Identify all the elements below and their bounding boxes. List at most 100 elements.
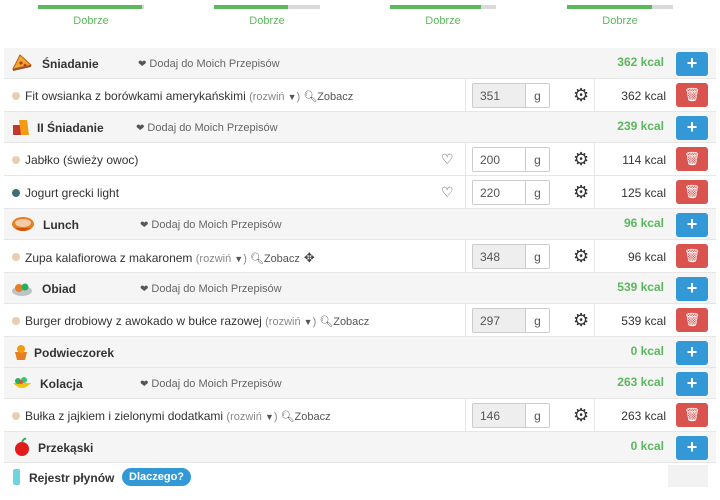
add-food-button[interactable]: + bbox=[676, 372, 708, 396]
magnifier-icon: 🔍︎ bbox=[303, 91, 318, 103]
quantity-input[interactable]: 146 bbox=[472, 403, 526, 428]
view-label: Zobacz bbox=[317, 91, 354, 103]
progress-track bbox=[214, 5, 320, 9]
quantity-input[interactable]: 297 bbox=[472, 308, 526, 333]
food-row: Jogurt grecki light ♡ 220 g ⚙ 125 kcal 🗑 bbox=[4, 176, 716, 209]
view-link[interactable]: 🔍︎Zobacz bbox=[281, 411, 331, 423]
meal-header-ii-sniadanie: II Śniadanie ❤ Dodaj do Moich Przepisów 2… bbox=[4, 112, 716, 143]
meal-header-sniadanie: Śniadanie ❤ Dodaj do Moich Przepisów 362 … bbox=[4, 48, 716, 79]
category-dot bbox=[12, 317, 20, 325]
expand-link[interactable]: (rozwiń ▼) bbox=[265, 316, 316, 328]
view-link[interactable]: 🔍︎Zobacz bbox=[319, 316, 369, 328]
add-to-recipes-link[interactable]: ❤ Dodaj do Moich Przepisów bbox=[140, 219, 282, 231]
quantity-input[interactable]: 351 bbox=[472, 83, 526, 108]
quantity-input[interactable]: 348 bbox=[472, 244, 526, 269]
heart-outline-icon[interactable]: ♡ bbox=[441, 151, 454, 168]
delete-button[interactable]: 🗑 bbox=[676, 180, 708, 204]
add-food-button[interactable]: + bbox=[676, 277, 708, 301]
progress-fill bbox=[214, 5, 289, 9]
food-row: Fit owsianka z borówkami amerykańskimi (… bbox=[4, 79, 716, 112]
fav-label: Dodaj do Moich Przepisów bbox=[151, 283, 282, 295]
progress-fill bbox=[390, 5, 482, 9]
heart-icon: ❤ bbox=[140, 220, 149, 231]
food-kcal: 539 kcal bbox=[621, 314, 666, 328]
category-dot bbox=[12, 92, 20, 100]
food-name: Jabłko (świeży owoc) bbox=[25, 153, 139, 167]
heart-icon: ❤ bbox=[136, 123, 145, 134]
gear-icon[interactable]: ⚙ bbox=[573, 311, 589, 329]
trash-icon: 🗑 bbox=[683, 312, 701, 327]
trash-icon: 🗑 bbox=[683, 151, 701, 166]
category-dot bbox=[12, 253, 20, 261]
food-row: Zupa kalafiorowa z makaronem (rozwiń ▼) 🔍… bbox=[4, 240, 716, 273]
gear-icon[interactable]: ⚙ bbox=[573, 183, 589, 201]
category-dot bbox=[12, 156, 20, 164]
delete-button[interactable]: 🗑 bbox=[676, 244, 708, 268]
column-divider bbox=[594, 304, 595, 336]
food-kcal: 362 kcal bbox=[621, 89, 666, 103]
add-food-button[interactable]: + bbox=[676, 213, 708, 237]
unit-label: g bbox=[525, 83, 550, 108]
meal-header-przekaski: Przekąski 0 kcal + bbox=[4, 432, 716, 463]
fluids-toggle[interactable] bbox=[668, 465, 708, 487]
gear-icon[interactable]: ⚙ bbox=[573, 86, 589, 104]
column-divider bbox=[594, 176, 595, 208]
progress-label: Dobrze bbox=[249, 15, 285, 27]
add-food-button[interactable]: + bbox=[676, 52, 708, 76]
expand-link[interactable]: (rozwiń ▼) bbox=[226, 411, 277, 423]
food-kcal: 114 kcal bbox=[622, 153, 666, 167]
food-name: Zupa kalafiorowa z makaronem (rozwiń ▼) 🔍… bbox=[25, 250, 315, 266]
heart-outline-icon[interactable]: ♡ bbox=[441, 184, 454, 201]
meal-kcal: 96 kcal bbox=[623, 216, 664, 230]
column-divider bbox=[465, 79, 466, 111]
expand-link[interactable]: (rozwiń ▼) bbox=[249, 91, 300, 103]
gear-icon[interactable]: ⚙ bbox=[573, 150, 589, 168]
salad-bowl-icon bbox=[11, 373, 33, 393]
delete-button[interactable]: 🗑 bbox=[676, 147, 708, 171]
meal-header-obiad: Obiad ❤ Dodaj do Moich Przepisów 539 kcal… bbox=[4, 273, 716, 304]
add-food-button[interactable]: + bbox=[676, 341, 708, 365]
view-link[interactable]: 🔍︎Zobacz bbox=[303, 91, 353, 103]
move-icon[interactable]: ✥ bbox=[304, 250, 315, 265]
food-name: Jogurt grecki light bbox=[25, 186, 120, 200]
add-food-button[interactable]: + bbox=[676, 116, 708, 140]
column-divider bbox=[465, 399, 466, 431]
progress-fill bbox=[567, 5, 652, 9]
add-food-button[interactable]: + bbox=[676, 436, 708, 460]
unit-label: g bbox=[525, 308, 550, 333]
quantity-input[interactable]: 200 bbox=[472, 147, 526, 172]
gear-icon[interactable]: ⚙ bbox=[573, 247, 589, 265]
food-kcal: 125 kcal bbox=[621, 186, 666, 200]
meal-header-podwieczorek: Podwieczorek 0 kcal + bbox=[4, 337, 716, 368]
column-divider bbox=[594, 399, 595, 431]
food-name: Bułka z jajkiem i zielonymi dodatkami (r… bbox=[25, 409, 331, 423]
delete-button[interactable]: 🗑 bbox=[676, 403, 708, 427]
food-row: Bułka z jajkiem i zielonymi dodatkami (r… bbox=[4, 399, 716, 432]
why-badge[interactable]: Dlaczego? bbox=[122, 468, 192, 486]
expand-label: (rozwiń bbox=[226, 411, 262, 423]
add-to-recipes-link[interactable]: ❤ Dodaj do Moich Przepisów bbox=[140, 378, 282, 390]
trash-icon: 🗑 bbox=[683, 87, 701, 102]
meal-header-kolacja: Kolacja ❤ Dodaj do Moich Przepisów 263 kc… bbox=[4, 368, 716, 399]
trash-icon: 🗑 bbox=[683, 248, 701, 263]
progress-label: Dobrze bbox=[73, 15, 109, 27]
add-to-recipes-link[interactable]: ❤ Dodaj do Moich Przepisów bbox=[136, 122, 278, 134]
delete-button[interactable]: 🗑 bbox=[676, 308, 708, 332]
fluids-row: Rejestr płynów Dlaczego? bbox=[4, 463, 716, 494]
fav-label: Dodaj do Moich Przepisów bbox=[147, 122, 278, 134]
food-name: Burger drobiowy z awokado w bułce razowe… bbox=[25, 314, 369, 328]
view-link[interactable]: 🔍︎Zobacz bbox=[250, 253, 300, 265]
add-to-recipes-link[interactable]: ❤ Dodaj do Moich Przepisów bbox=[138, 58, 280, 70]
magnifier-icon: 🔍︎ bbox=[319, 316, 334, 328]
caret-down-icon: ▼ bbox=[234, 254, 244, 264]
meal-kcal: 0 kcal bbox=[630, 439, 664, 453]
meal-header-lunch: Lunch ❤ Dodaj do Moich Przepisów 96 kcal … bbox=[4, 209, 716, 240]
expand-link[interactable]: (rozwiń ▼) bbox=[196, 253, 247, 265]
unit-label: g bbox=[525, 403, 550, 428]
food-name: Fit owsianka z borówkami amerykańskimi (… bbox=[25, 89, 353, 103]
add-to-recipes-link[interactable]: ❤ Dodaj do Moich Przepisów bbox=[140, 283, 282, 295]
quantity-input[interactable]: 220 bbox=[472, 180, 526, 205]
fav-label: Dodaj do Moich Przepisów bbox=[151, 219, 282, 231]
delete-button[interactable]: 🗑 bbox=[676, 83, 708, 107]
gear-icon[interactable]: ⚙ bbox=[573, 406, 589, 424]
